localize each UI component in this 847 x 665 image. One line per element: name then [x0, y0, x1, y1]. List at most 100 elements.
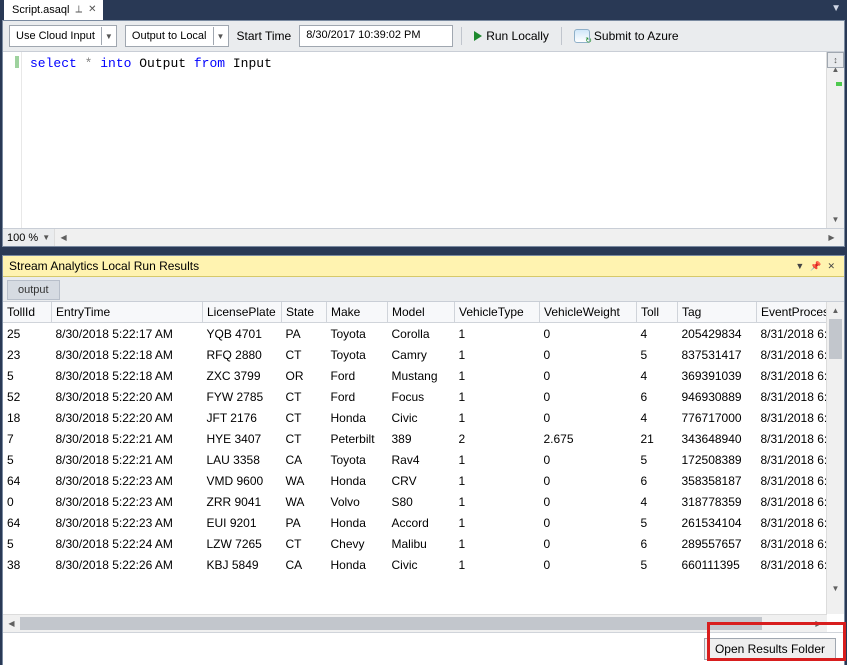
submit-to-azure-button[interactable]: Submit to Azure [570, 26, 683, 46]
table-row[interactable]: 08/30/2018 5:22:23 AMZRR 9041WAVolvoS801… [3, 491, 826, 512]
table-cell: 8/31/2018 6:18:34 AM [757, 344, 827, 365]
document-tab-script[interactable]: Script.asaql ⟂ ✕ [4, 0, 103, 20]
table-cell: CT [282, 407, 327, 428]
scroll-right-icon[interactable]: ▶ [810, 615, 827, 632]
table-cell: Honda [327, 470, 388, 491]
chevron-down-icon: ▼ [102, 32, 116, 41]
column-header[interactable]: Toll [637, 302, 678, 323]
table-cell: 8/30/2018 5:22:26 AM [52, 554, 203, 575]
table-cell: CA [282, 554, 327, 575]
column-header[interactable]: State [282, 302, 327, 323]
results-footer: Open Results Folder [3, 632, 844, 665]
scroll-left-icon[interactable]: ◀ [3, 615, 20, 632]
table-cell: 837531417 [678, 344, 757, 365]
output-local-dropdown[interactable]: Output to Local ▼ [125, 25, 229, 47]
column-header[interactable]: Make [327, 302, 388, 323]
cloud-upload-icon [574, 29, 590, 43]
table-row[interactable]: 188/30/2018 5:22:20 AMJFT 2176CTHondaCiv… [3, 407, 826, 428]
table-cell: Civic [388, 407, 455, 428]
window-caret-icon[interactable]: ▼ [831, 3, 841, 14]
close-icon[interactable]: ✕ [88, 0, 96, 20]
expand-collapse-icon[interactable]: ↕ [827, 52, 844, 68]
table-row[interactable]: 648/30/2018 5:22:23 AMVMD 9600WAHondaCRV… [3, 470, 826, 491]
table-cell: 8/31/2018 6:18:34 AM [757, 428, 827, 449]
chevron-down-icon: ▼ [214, 32, 228, 41]
table-cell: 6 [637, 470, 678, 491]
table-row[interactable]: 528/30/2018 5:22:20 AMFYW 2785CTFordFocu… [3, 386, 826, 407]
column-header[interactable]: VehicleWeight [540, 302, 637, 323]
table-row[interactable]: 58/30/2018 5:22:18 AMZXC 3799ORFordMusta… [3, 365, 826, 386]
column-header[interactable]: VehicleType [455, 302, 540, 323]
table-cell: FYW 2785 [203, 386, 282, 407]
table-cell: WA [282, 470, 327, 491]
editor-horizontal-scrollbar[interactable]: ◀ ▶ [54, 229, 840, 246]
scrollbar-corner [827, 597, 844, 614]
tab-output[interactable]: output [7, 280, 60, 300]
results-horizontal-scrollbar[interactable]: ◀ ▶ [3, 614, 827, 632]
window-position-icon[interactable]: ▼ [792, 261, 807, 271]
table-cell: 8/30/2018 5:22:23 AM [52, 470, 203, 491]
table-cell: Civic [388, 554, 455, 575]
table-cell: YQB 4701 [203, 323, 282, 345]
scroll-thumb[interactable] [20, 617, 762, 630]
editor-code[interactable]: select * into Output from Input [22, 52, 280, 228]
run-locally-button[interactable]: Run Locally [470, 26, 553, 46]
table-cell: Honda [327, 512, 388, 533]
table-cell: 5 [3, 365, 52, 386]
table-row[interactable]: 648/30/2018 5:22:23 AMEUI 9201PAHondaAcc… [3, 512, 826, 533]
table-cell: 8/30/2018 5:22:21 AM [52, 428, 203, 449]
table-cell: Toyota [327, 323, 388, 345]
column-header[interactable]: EntryTime [52, 302, 203, 323]
table-row[interactable]: 388/30/2018 5:22:26 AMKBJ 5849CAHondaCiv… [3, 554, 826, 575]
table-row[interactable]: 258/30/2018 5:22:17 AMYQB 4701PAToyotaCo… [3, 323, 826, 345]
zoom-level[interactable]: 100 % [7, 232, 38, 244]
play-icon [474, 31, 482, 41]
panel-separator[interactable] [0, 247, 847, 255]
query-editor[interactable]: select * into Output from Input ▲ ▼ ↕ [3, 52, 844, 228]
table-row[interactable]: 58/30/2018 5:22:21 AMLAU 3358CAToyotaRav… [3, 449, 826, 470]
pin-icon[interactable]: 📌 [807, 261, 824, 272]
table-cell: Chevy [327, 533, 388, 554]
table-cell: 1 [455, 386, 540, 407]
results-vertical-scrollbar[interactable]: ▲ ▼ [826, 302, 844, 614]
run-locally-label: Run Locally [486, 29, 549, 43]
start-time-input[interactable]: 8/30/2017 10:39:02 PM [299, 25, 453, 47]
close-icon[interactable]: ✕ [824, 261, 838, 272]
document-tab-title: Script.asaql [12, 0, 69, 20]
column-header[interactable]: EventProcessedUtcTime [757, 302, 827, 323]
table-cell: 5 [637, 344, 678, 365]
table-cell: 7 [3, 428, 52, 449]
toolbar-divider [461, 27, 462, 45]
table-row[interactable]: 78/30/2018 5:22:21 AMHYE 3407CTPeterbilt… [3, 428, 826, 449]
scroll-thumb[interactable] [829, 319, 842, 359]
column-header[interactable]: Tag [678, 302, 757, 323]
scroll-down-icon[interactable]: ▼ [827, 211, 844, 228]
scroll-left-icon[interactable]: ◀ [55, 229, 72, 246]
scroll-right-icon[interactable]: ▶ [823, 229, 840, 246]
column-header[interactable]: TollId [3, 302, 52, 323]
table-cell: 8/31/2018 6:18:34 AM [757, 386, 827, 407]
table-cell: 0 [540, 386, 637, 407]
column-header[interactable]: Model [388, 302, 455, 323]
pin-icon[interactable]: ⟂ [75, 0, 82, 20]
table-cell: 369391039 [678, 365, 757, 386]
table-row[interactable]: 238/30/2018 5:22:18 AMRFQ 2880CTToyotaCa… [3, 344, 826, 365]
table-cell: Rav4 [388, 449, 455, 470]
editor-vertical-scrollbar[interactable]: ▲ ▼ [826, 52, 844, 228]
table-cell: VMD 9600 [203, 470, 282, 491]
table-cell: 8/30/2018 5:22:20 AM [52, 407, 203, 428]
table-row[interactable]: 58/30/2018 5:22:24 AMLZW 7265CTChevyMali… [3, 533, 826, 554]
table-cell: Malibu [388, 533, 455, 554]
table-cell: CT [282, 428, 327, 449]
open-results-folder-button[interactable]: Open Results Folder [704, 638, 836, 660]
table-cell: 5 [637, 449, 678, 470]
scroll-down-icon[interactable]: ▼ [827, 580, 844, 597]
table-cell: JFT 2176 [203, 407, 282, 428]
table-cell: 0 [3, 491, 52, 512]
column-header[interactable]: LicensePlate [203, 302, 282, 323]
chevron-down-icon[interactable]: ▼ [42, 233, 50, 242]
cloud-input-dropdown[interactable]: Use Cloud Input ▼ [9, 25, 117, 47]
editor-gutter [3, 52, 22, 228]
scroll-up-icon[interactable]: ▲ [827, 302, 844, 319]
table-cell: PA [282, 512, 327, 533]
